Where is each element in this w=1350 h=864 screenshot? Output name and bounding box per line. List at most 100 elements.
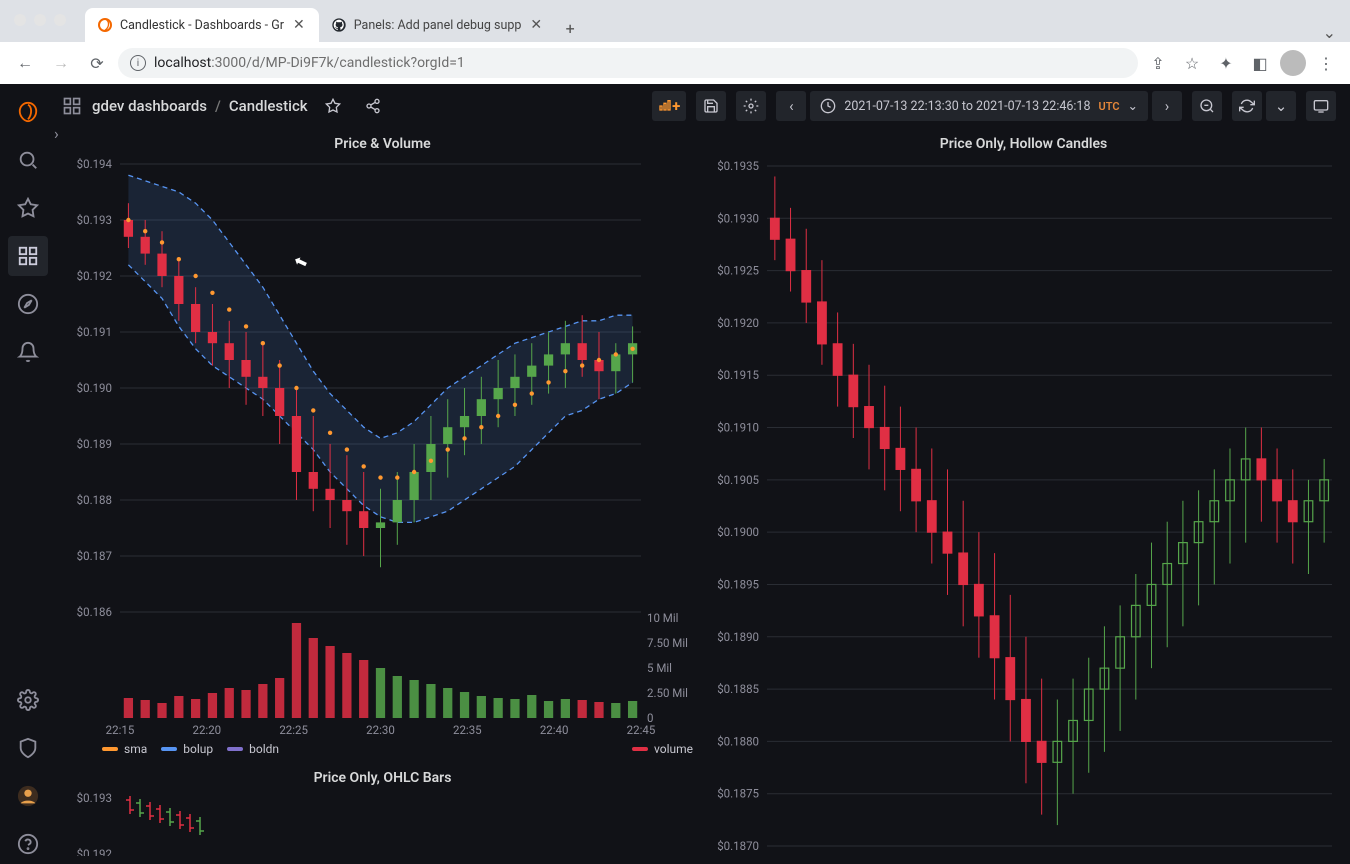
minimize-window-icon[interactable] [34,14,46,26]
save-dashboard-button[interactable] [696,91,726,121]
new-tab-button[interactable]: + [556,14,584,42]
legend-sma[interactable]: sma [102,742,147,756]
time-range-group: ‹ 2021-07-13 22:13:30 to 2021-07-13 22:4… [776,91,1182,121]
panel-price-volume[interactable]: Price & Volume ⬉ $0.194$0.193$0.192$0.19… [66,132,699,758]
site-info-icon[interactable]: i [130,55,146,71]
legend-volume[interactable]: volume [632,742,693,756]
add-panel-button[interactable]: + [652,91,686,121]
panel-title: Price Only, OHLC Bars [66,766,699,792]
panel-title: Price Only, Hollow Candles [707,132,1340,158]
time-range-picker[interactable]: 2021-07-13 22:13:30 to 2021-07-13 22:46:… [810,91,1148,121]
topbar: gdev dashboards / Candlestick + ‹ 2021-0… [56,84,1350,128]
tv-mode-button[interactable] [1306,91,1336,121]
profile-avatar[interactable] [1280,50,1306,76]
extensions-icon[interactable]: ✦ [1212,54,1240,73]
svg-text:22:20: 22:20 [193,723,222,737]
refresh-interval-button[interactable]: ⌄ [1266,91,1296,121]
refresh-button[interactable] [1232,91,1262,121]
svg-text:$0.1915: $0.1915 [717,368,759,382]
browser-tab[interactable]: Panels: Add panel debug supp ✕ [319,8,556,42]
panel-title: Price & Volume [66,132,699,158]
close-tab-icon[interactable]: ✕ [528,17,544,33]
svg-text:$0.188: $0.188 [77,493,112,507]
svg-text:$0.1890: $0.1890 [717,630,759,644]
expand-sidebar-icon[interactable]: › [54,124,59,143]
svg-text:$0.1910: $0.1910 [717,421,759,435]
close-tab-icon[interactable]: ✕ [291,17,307,33]
breadcrumb-root[interactable]: gdev dashboards [92,97,207,115]
svg-text:$0.1880: $0.1880 [717,734,759,748]
grafana-favicon-icon [97,17,113,33]
chevron-down-icon: ⌄ [1128,98,1138,114]
close-window-icon[interactable] [14,14,26,26]
grafana-logo[interactable] [8,92,48,132]
breadcrumb[interactable]: gdev dashboards / Candlestick [92,97,308,115]
clock-icon [820,98,836,114]
svg-text:5 Mil: 5 Mil [647,661,672,675]
tabs-overflow-icon[interactable]: ⌄ [1323,23,1336,42]
window-controls[interactable] [14,14,66,26]
tab-title: Candlestick - Dashboards - Gr [120,18,284,33]
svg-text:$0.192: $0.192 [77,269,113,283]
reload-button[interactable]: ⟳ [82,48,112,78]
back-button[interactable]: ← [10,48,40,78]
user-avatar-icon[interactable] [8,776,48,816]
explore-icon[interactable] [8,284,48,324]
panel-body[interactable]: $0.1935$0.1930$0.1925$0.1920$0.1915$0.19… [707,158,1340,856]
legend-boldn[interactable]: boldn [227,742,279,756]
svg-text:$0.193: $0.193 [77,213,112,227]
svg-text:22:15: 22:15 [106,723,135,737]
time-back-button[interactable]: ‹ [776,91,806,121]
browser-tab-active[interactable]: Candlestick - Dashboards - Gr ✕ [85,8,319,42]
svg-text:$0.1935: $0.1935 [717,159,759,173]
svg-text:2.50 Mil: 2.50 Mil [647,686,688,700]
zoom-window-icon[interactable] [54,14,66,26]
panels-grid: Price & Volume ⬉ $0.194$0.193$0.192$0.19… [56,128,1350,864]
dashboards-icon[interactable] [8,236,48,276]
svg-text:$0.1885: $0.1885 [717,682,759,696]
time-range-text: 2021-07-13 22:13:30 to 2021-07-13 22:46:… [844,99,1090,114]
svg-text:$0.1875: $0.1875 [717,787,759,801]
forward-button[interactable]: → [46,48,76,78]
dashboard-settings-button[interactable] [736,91,766,121]
breadcrumb-leaf[interactable]: Candlestick [229,97,308,115]
configuration-icon[interactable] [8,680,48,720]
svg-text:$0.1895: $0.1895 [717,577,759,591]
address-bar[interactable]: i localhost:3000/d/MP-Di9F7k/candlestick… [118,48,1138,78]
app-root: › gdev dashboards / Candlestick + ‹ 2021… [0,84,1350,864]
share-dashboard-icon[interactable] [358,91,388,121]
alerting-icon[interactable] [8,332,48,372]
help-icon[interactable] [8,824,48,864]
starred-icon[interactable] [8,188,48,228]
svg-text:7.50 Mil: 7.50 Mil [647,636,688,650]
svg-text:$0.1925: $0.1925 [717,264,759,278]
svg-text:22:40: 22:40 [540,723,569,737]
tab-strip: Candlestick - Dashboards - Gr ✕ Panels: … [0,0,1350,42]
svg-text:$0.187: $0.187 [77,549,112,563]
panel-price-ohlc[interactable]: Price Only, OHLC Bars $0.193$0.192 [66,766,699,856]
search-icon[interactable] [8,140,48,180]
svg-text:$0.1905: $0.1905 [717,473,759,487]
svg-text:$0.194: $0.194 [77,158,113,171]
svg-text:$0.192: $0.192 [77,847,113,856]
time-forward-button[interactable]: › [1152,91,1182,121]
admin-icon[interactable] [8,728,48,768]
svg-text:$0.1930: $0.1930 [717,211,759,225]
main-area: › gdev dashboards / Candlestick + ‹ 2021… [56,84,1350,864]
panel-body[interactable]: $0.193$0.192 [66,792,699,856]
panel-price-hollow[interactable]: Price Only, Hollow Candles $0.1935 $0.193… [707,132,1340,856]
svg-text:10 Mil: 10 Mil [647,611,678,625]
svg-text:$0.1900: $0.1900 [717,525,759,539]
svg-text:22:35: 22:35 [453,723,482,737]
zoom-out-button[interactable] [1192,91,1222,121]
github-favicon-icon [331,17,347,33]
side-panel-icon[interactable]: ◧ [1246,54,1274,73]
browser-menu-icon[interactable]: ⋮ [1312,54,1340,73]
star-dashboard-icon[interactable] [318,91,348,121]
share-icon[interactable]: ⇪ [1144,54,1172,73]
bookmark-icon[interactable]: ☆ [1178,54,1206,73]
legend-bolup[interactable]: bolup [161,742,213,756]
panel-body[interactable]: ⬉ $0.194$0.193$0.192$0.191$0.190$0.189$0… [66,158,699,738]
breadcrumb-sep: / [215,97,221,115]
dashboard-small-icon [62,96,82,116]
